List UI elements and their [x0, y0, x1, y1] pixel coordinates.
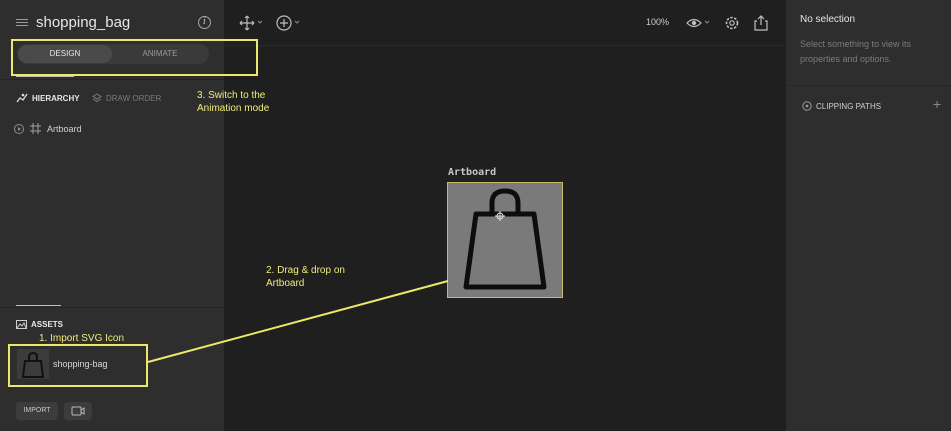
annotation-arrow — [147, 280, 449, 363]
